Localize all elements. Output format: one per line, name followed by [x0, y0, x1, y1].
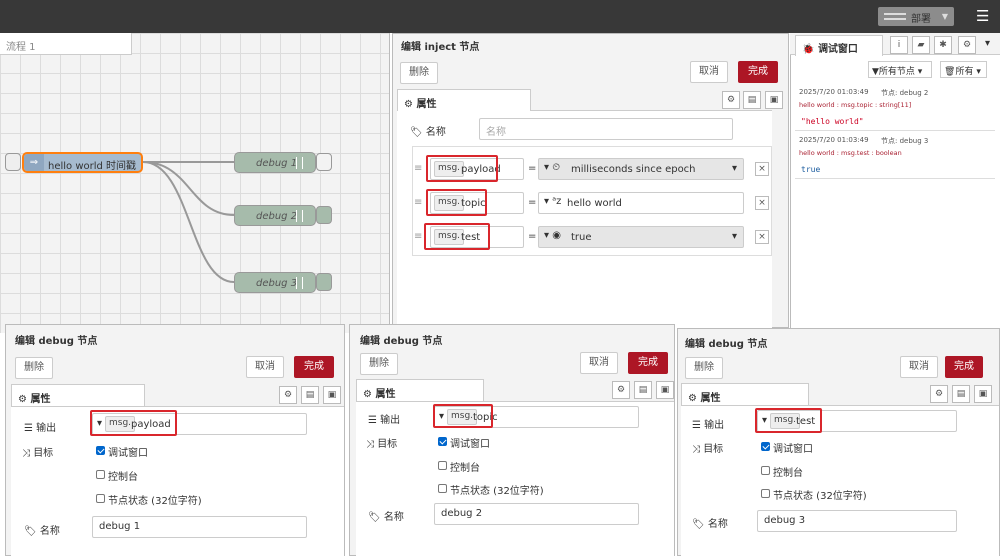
cancel-button[interactable]: 取消	[580, 352, 618, 374]
done-button[interactable]: 完成	[945, 356, 983, 378]
node-status-checkbox[interactable]	[438, 484, 447, 493]
gear-icon[interactable]: ⚙	[722, 91, 740, 109]
name-input[interactable]: 名称	[479, 118, 733, 140]
cancel-button[interactable]: 取消	[690, 61, 728, 83]
description-icon[interactable]: ▤	[952, 385, 970, 403]
debug-window-checkbox[interactable]	[761, 442, 770, 451]
done-button[interactable]: 完成	[294, 356, 334, 378]
book-icon[interactable]: ▰	[912, 36, 930, 54]
debug-list-icon	[296, 210, 303, 222]
chevron-down-icon[interactable]: ▼	[942, 12, 948, 21]
delete-button[interactable]: 删除	[15, 357, 53, 379]
node-status-checkbox[interactable]	[96, 494, 105, 503]
drag-handle-icon[interactable]: ≡	[414, 231, 422, 242]
editor-title: 编辑 debug 节点	[685, 339, 768, 350]
editor-title: 编辑 debug 节点	[15, 336, 98, 347]
prop-value-input-2[interactable]: ▾ ᵃz hello world	[538, 192, 744, 214]
top-bar	[0, 0, 1000, 33]
name-input[interactable]: debug 1	[92, 516, 307, 538]
description-icon[interactable]: ▤	[634, 381, 652, 399]
debug-list-icon	[296, 277, 303, 289]
info-icon[interactable]: i	[890, 36, 908, 54]
appearance-icon[interactable]: ▣	[323, 386, 341, 404]
debug-toggle-3[interactable]	[316, 273, 332, 291]
delete-button[interactable]: 删除	[360, 353, 398, 375]
cancel-button[interactable]: 取消	[900, 356, 938, 378]
drag-handle-icon[interactable]: ≡	[414, 163, 422, 174]
tab-properties[interactable]: ⚙ 属性	[11, 384, 145, 406]
debug-node-2[interactable]: debug 2	[234, 205, 316, 226]
debug-sidebar	[790, 33, 1000, 333]
chevron-down-icon: ▾	[731, 163, 737, 174]
delete-button[interactable]: 删除	[400, 62, 438, 84]
tab-properties[interactable]: ⚙ 属性	[397, 89, 531, 111]
console-checkbox[interactable]	[96, 470, 105, 479]
filter-nodes-button[interactable]: ▼所有节点 ▾	[868, 61, 932, 78]
debug-node-1[interactable]: debug 1	[234, 152, 316, 173]
appearance-icon[interactable]: ▣	[656, 381, 674, 399]
delete-button[interactable]: 删除	[685, 357, 723, 379]
done-button[interactable]: 完成	[628, 352, 668, 374]
debug-node-3[interactable]: debug 3	[234, 272, 316, 293]
arrow-in-icon: ⇒	[24, 154, 44, 171]
name-input[interactable]: debug 2	[434, 503, 639, 525]
tab-properties[interactable]: ⚙ 属性	[356, 379, 484, 401]
bug-icon[interactable]: ✱	[934, 36, 952, 54]
debug-message-2[interactable]: 2025/7/20 01:03:49 节点: debug 3 hello wor…	[795, 131, 995, 179]
debug-message-1[interactable]: 2025/7/20 01:03:49 节点: debug 2 hello wor…	[795, 83, 995, 131]
editor-title: 编辑 debug 节点	[360, 336, 443, 347]
remove-icon[interactable]: ×	[755, 196, 769, 210]
deploy-icon	[884, 13, 906, 20]
drag-handle-icon[interactable]: ≡	[414, 197, 422, 208]
debug-list-icon	[296, 157, 303, 169]
gear-icon[interactable]: ⚙	[930, 385, 948, 403]
appearance-icon[interactable]: ▣	[765, 91, 783, 109]
name-input[interactable]: debug 3	[757, 510, 957, 532]
done-button[interactable]: 完成	[738, 61, 778, 83]
gear-icon[interactable]: ⚙	[958, 36, 976, 54]
description-icon[interactable]: ▤	[301, 386, 319, 404]
console-checkbox[interactable]	[761, 466, 770, 475]
cancel-button[interactable]: 取消	[246, 356, 284, 378]
debug-window-checkbox[interactable]	[96, 446, 105, 455]
debug-toggle-1[interactable]	[316, 153, 332, 171]
console-checkbox[interactable]	[438, 461, 447, 470]
chevron-down-icon: ▾	[731, 231, 737, 242]
clear-messages-button[interactable]: 🗑所有 ▾	[940, 61, 987, 78]
tab-debug[interactable]: 🐞 调试窗口	[795, 35, 883, 56]
prop-value-select-3[interactable]: ▾ ◉ true ▾	[538, 226, 744, 248]
remove-icon[interactable]: ×	[755, 230, 769, 244]
remove-icon[interactable]: ×	[755, 162, 769, 176]
name-label: 🏷 名称	[410, 127, 446, 138]
deploy-button[interactable]: 部署 ▼	[878, 7, 954, 26]
gear-icon[interactable]: ⚙	[279, 386, 297, 404]
hamburger-icon[interactable]: ☰	[976, 9, 989, 24]
node-status-checkbox[interactable]	[761, 489, 770, 498]
inject-node[interactable]: ⇒ hello world 时间戳	[22, 152, 143, 173]
prop-value-select-1[interactable]: ▾ ⏲ milliseconds since epoch ▾	[538, 158, 744, 180]
debug-window-checkbox[interactable]	[438, 437, 447, 446]
chevron-down-icon[interactable]: ▾	[985, 38, 990, 49]
inject-trigger-button[interactable]	[5, 153, 21, 171]
description-icon[interactable]: ▤	[743, 91, 761, 109]
appearance-icon[interactable]: ▣	[974, 385, 992, 403]
editor-title: 编辑 inject 节点	[401, 42, 480, 53]
debug-toggle-2[interactable]	[316, 206, 332, 224]
tab-properties[interactable]: ⚙ 属性	[681, 383, 809, 405]
gear-icon[interactable]: ⚙	[612, 381, 630, 399]
